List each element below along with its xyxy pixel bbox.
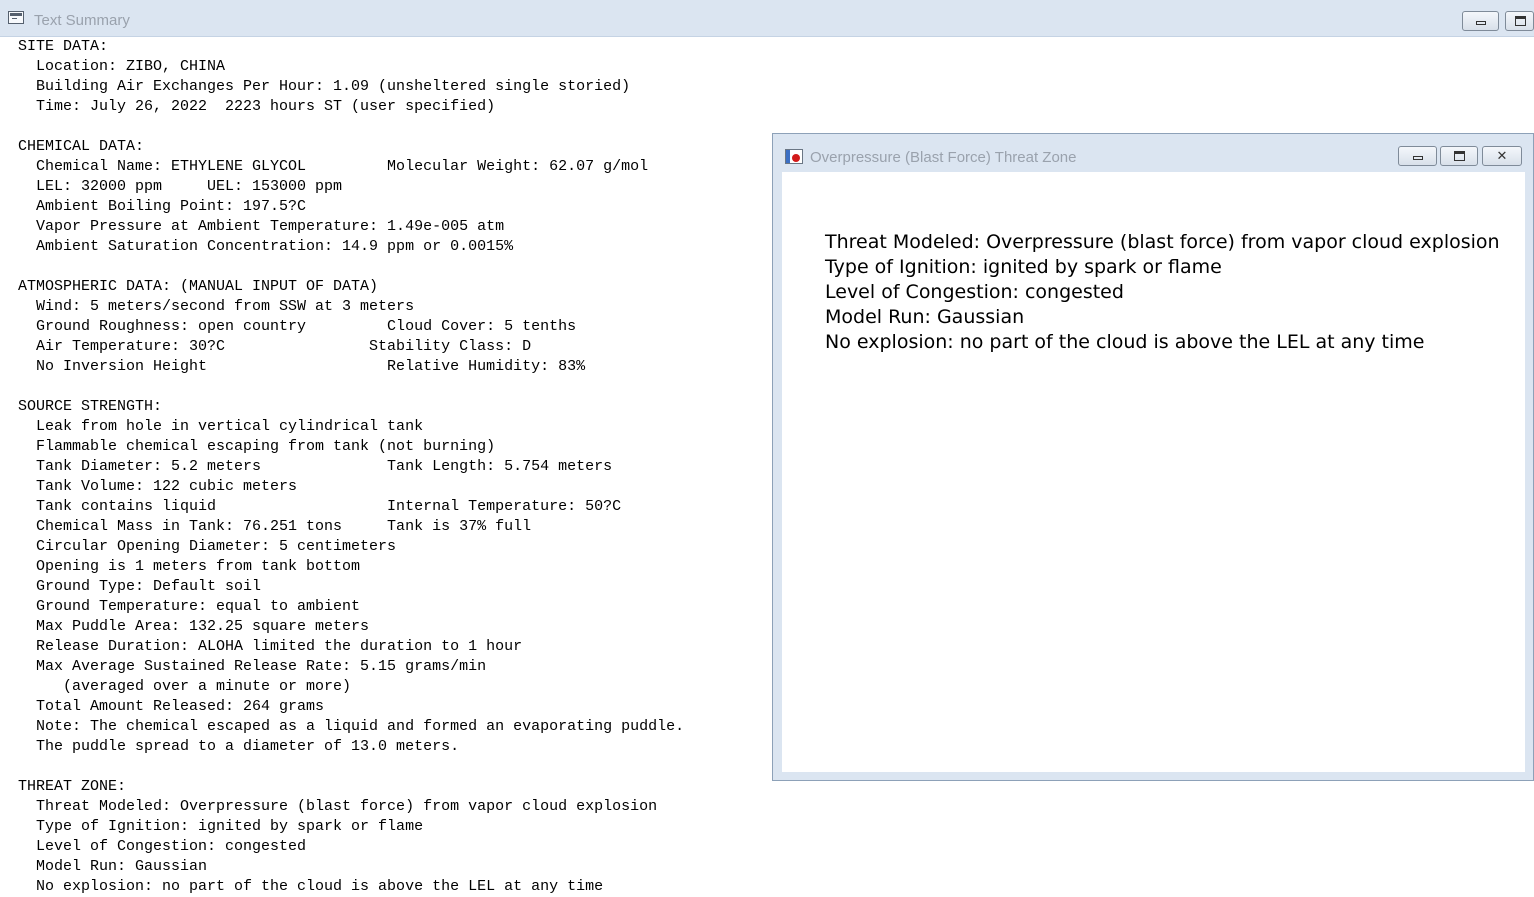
summary-line: Leak from hole in vertical cylindrical t… <box>18 418 424 435</box>
summary-line: Ground Type: Default soil <box>18 578 262 595</box>
main-title-bar[interactable]: Text Summary <box>0 0 1534 37</box>
summary-line: Tank contains liquid Internal Temperatur… <box>18 498 622 515</box>
summary-line <box>18 757 684 777</box>
aloha-app-icon[interactable] <box>785 149 803 164</box>
main-minimize-button[interactable] <box>1462 11 1499 31</box>
no-explosion-text: No explosion: no part of the cloud is ab… <box>825 331 1425 353</box>
summary-line <box>18 257 684 277</box>
summary-line: Circular Opening Diameter: 5 centimeters <box>18 538 397 555</box>
summary-line: Chemical Mass in Tank: 76.251 tons Tank … <box>18 518 532 535</box>
summary-line: Ground Roughness: open country Cloud Cov… <box>18 318 577 335</box>
summary-line: SITE DATA: <box>18 38 109 55</box>
ignition-type-text: Type of Ignition: ignited by spark or fl… <box>825 256 1222 278</box>
window-icon[interactable] <box>8 11 24 24</box>
popup-minimize-button[interactable] <box>1398 146 1437 166</box>
summary-line: LEL: 32000 ppm UEL: 153000 ppm <box>18 178 343 195</box>
summary-line <box>18 117 684 137</box>
summary-line: Tank Volume: 122 cubic meters <box>18 478 298 495</box>
model-run-text: Model Run: Gaussian <box>825 306 1025 328</box>
summary-line: THREAT ZONE: <box>18 778 127 795</box>
threat-zone-text: Threat Modeled: Overpressure (blast forc… <box>825 230 1500 355</box>
summary-line: Max Average Sustained Release Rate: 5.15… <box>18 658 487 675</box>
minimize-icon <box>1412 156 1423 160</box>
summary-line: Max Puddle Area: 132.25 square meters <box>18 618 370 635</box>
threat-zone-window: Overpressure (Blast Force) Threat Zone ✕… <box>772 133 1534 781</box>
summary-line: Building Air Exchanges Per Hour: 1.09 (u… <box>18 78 631 95</box>
main-maximize-button[interactable] <box>1505 11 1534 31</box>
summary-line: No Inversion Height Relative Humidity: 8… <box>18 358 586 375</box>
summary-line: No explosion: no part of the cloud is ab… <box>18 878 604 895</box>
summary-line: Ambient Boiling Point: 197.5?C <box>18 198 307 215</box>
summary-line: Vapor Pressure at Ambient Temperature: 1… <box>18 218 505 235</box>
congestion-level-text: Level of Congestion: congested <box>825 281 1124 303</box>
popup-close-button[interactable]: ✕ <box>1482 146 1522 166</box>
summary-line: Time: July 26, 2022 2223 hours ST (user … <box>18 98 496 115</box>
summary-line: Release Duration: ALOHA limited the dura… <box>18 638 523 655</box>
text-summary-content: SITE DATA: Location: ZIBO, CHINA Buildin… <box>18 37 684 897</box>
summary-line: Note: The chemical escaped as a liquid a… <box>18 718 685 735</box>
summary-line: Type of Ignition: ignited by spark or fl… <box>18 818 424 835</box>
summary-line: Location: ZIBO, CHINA <box>18 58 226 75</box>
threat-zone-content-area: Threat Modeled: Overpressure (blast forc… <box>782 172 1525 772</box>
summary-line: CHEMICAL DATA: <box>18 138 145 155</box>
summary-line: Model Run: Gaussian <box>18 858 208 875</box>
summary-line: Opening is 1 meters from tank bottom <box>18 558 361 575</box>
threat-modeled-text: Threat Modeled: Overpressure (blast forc… <box>825 231 1500 253</box>
summary-line: Ground Temperature: equal to ambient <box>18 598 361 615</box>
summary-line: Air Temperature: 30?C Stability Class: D <box>18 338 532 355</box>
maximize-icon <box>1514 16 1526 26</box>
summary-line: Tank Diameter: 5.2 meters Tank Length: 5… <box>18 458 613 475</box>
summary-line: ATMOSPHERIC DATA: (MANUAL INPUT OF DATA) <box>18 278 379 295</box>
popup-title-bar[interactable]: Overpressure (Blast Force) Threat Zone ✕ <box>773 134 1533 172</box>
summary-line: Ambient Saturation Concentration: 14.9 p… <box>18 238 514 255</box>
summary-line: Total Amount Released: 264 grams <box>18 698 325 715</box>
popup-window-title: Overpressure (Blast Force) Threat Zone <box>810 149 1077 166</box>
summary-line: (averaged over a minute or more) <box>18 678 352 695</box>
main-window-title: Text Summary <box>34 12 130 29</box>
summary-line: Level of Congestion: congested <box>18 838 307 855</box>
summary-line <box>18 377 684 397</box>
maximize-icon <box>1454 151 1465 161</box>
summary-line: Threat Modeled: Overpressure (blast forc… <box>18 798 658 815</box>
minimize-icon <box>1475 21 1486 25</box>
popup-maximize-button[interactable] <box>1440 146 1478 166</box>
summary-line: Wind: 5 meters/second from SSW at 3 mete… <box>18 298 415 315</box>
close-icon: ✕ <box>1496 148 1508 163</box>
summary-line: The puddle spread to a diameter of 13.0 … <box>18 738 460 755</box>
summary-line: Chemical Name: ETHYLENE GLYCOL Molecular… <box>18 158 649 175</box>
summary-line: Flammable chemical escaping from tank (n… <box>18 438 496 455</box>
summary-line: SOURCE STRENGTH: <box>18 398 163 415</box>
